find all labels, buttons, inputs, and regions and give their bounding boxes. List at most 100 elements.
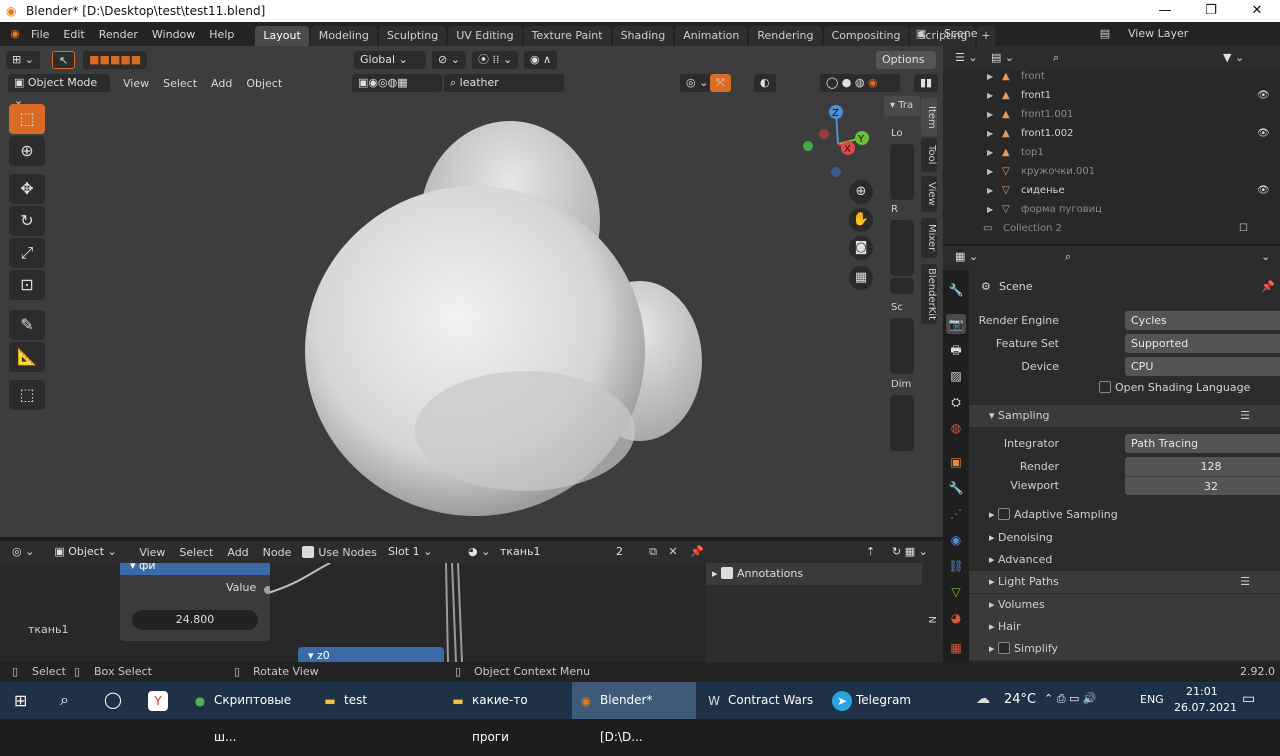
clock-time[interactable]: 21:01	[1186, 685, 1218, 698]
tab-shading[interactable]: Shading	[612, 26, 674, 46]
duplicate-material-icon[interactable]: ⧉	[644, 543, 662, 561]
world-tab-icon[interactable]: ◍	[946, 418, 966, 438]
tray-icons[interactable]: ⌃ ⎙ ▭ 🔊	[1044, 692, 1097, 706]
outliner-row[interactable]: ▶ ▽ сиденье 👁	[943, 181, 1280, 200]
outliner-row[interactable]: ▶ ▲ front	[943, 67, 1280, 86]
render-tab-icon[interactable]: 📷	[946, 314, 966, 334]
toggle-sidebar-icon[interactable]: ▮▮	[914, 74, 939, 92]
tab-rendering[interactable]: Rendering	[749, 26, 822, 46]
select-tool-icon[interactable]: ↖	[51, 51, 76, 69]
sidetab-mixer[interactable]: Mixer	[921, 218, 937, 258]
hair-panel-header[interactable]: ▸ Hair	[969, 616, 1280, 638]
properties-options-icon[interactable]: ⌄	[1255, 248, 1277, 266]
material-browse-icon[interactable]: ◕ ⌄	[462, 543, 497, 561]
pin-icon[interactable]: 📌	[1261, 280, 1275, 293]
rotate-tool-icon[interactable]: ↻	[9, 206, 45, 236]
search-icon[interactable]: ⌕	[60, 690, 69, 710]
unlink-material-icon[interactable]: ✕	[664, 543, 682, 561]
tool-tab-icon[interactable]: 🔧	[946, 280, 966, 300]
simplify-panel-header[interactable]: ▸ Simplify	[969, 638, 1280, 660]
value-node[interactable]: ▾ фи Value 24.800	[120, 563, 270, 641]
menu-help[interactable]: Help	[202, 28, 241, 41]
node-menu-add[interactable]: Add	[220, 546, 255, 559]
tab-texture-paint[interactable]: Texture Paint	[523, 26, 611, 46]
view-layer-tab-icon[interactable]: ▨	[946, 366, 966, 386]
light-paths-panel-header[interactable]: ▸ Light Paths ☰	[969, 571, 1280, 593]
tab-uv-editing[interactable]: UV Editing	[448, 26, 522, 46]
taskbar-folder-test[interactable]: ▬ test	[316, 682, 440, 719]
npanel-transform-header[interactable]: ▾ Tra	[884, 96, 920, 116]
viewport-samples-field[interactable]: 32	[1125, 476, 1280, 495]
weather-cloud-icon[interactable]: ☁	[976, 691, 990, 707]
material-users-count[interactable]: 2	[610, 543, 629, 561]
z0-node-header[interactable]: ▾ z0	[298, 647, 444, 662]
scene-tab-icon[interactable]: ⛭	[946, 392, 966, 412]
task-view-icon[interactable]: ◯	[104, 690, 122, 709]
taskbar-telegram[interactable]: ➤ Telegram	[828, 682, 952, 719]
viewport-menu-object[interactable]: Object	[239, 77, 289, 90]
object-tab-icon[interactable]: ▣	[946, 452, 966, 472]
parent-node-tree-icon[interactable]: ⇡	[860, 543, 882, 561]
outliner-editor-type-icon[interactable]: ☰ ⌄	[949, 49, 984, 67]
particles-tab-icon[interactable]: ⋰	[946, 504, 966, 524]
outliner-filter-icon[interactable]: ▼ ⌄	[1217, 49, 1251, 67]
3d-object-blob[interactable]	[290, 101, 710, 521]
texture-tab-icon[interactable]: ▦	[946, 638, 966, 658]
gizmo-toggle-icon[interactable]: ⤧	[710, 74, 731, 92]
node-canvas[interactable]: ткань1 ▾ фи Value 24.800 ▾ z0	[0, 563, 710, 662]
material-preview-icons[interactable]: ▣◉◎◍▦	[352, 74, 442, 92]
list-icon[interactable]: ☰	[1240, 571, 1250, 593]
output-tab-icon[interactable]: 🖶	[946, 340, 966, 360]
outliner-row[interactable]: ▶ ▽ кружочки.001	[943, 162, 1280, 181]
sampling-panel-header[interactable]: ▾ Sampling ☰	[969, 405, 1280, 427]
overlay-icon[interactable]: ◐	[754, 74, 776, 92]
eye-icon[interactable]: 👁	[1257, 181, 1270, 200]
scene-name[interactable]: Scene	[944, 27, 978, 40]
add-workspace-button[interactable]: +	[977, 26, 995, 46]
physics-tab-icon[interactable]: ◉	[946, 530, 966, 550]
menu-edit[interactable]: Edit	[56, 28, 91, 41]
camera-view-icon[interactable]: ◙	[849, 236, 873, 260]
weather-temp[interactable]: 24°C	[1004, 692, 1036, 707]
outliner-display-mode-icon[interactable]: ▤ ⌄	[985, 49, 1021, 67]
pivot-icon[interactable]: ⊘ ⌄	[432, 51, 466, 69]
outliner-row[interactable]: ▶ ▽ форма пуговиц	[943, 200, 1280, 219]
outliner-row[interactable]: ▭ Collection 2 ☐	[943, 219, 1280, 238]
eye-icon[interactable]: 👁	[1257, 124, 1270, 143]
select-mode-icons[interactable]: ■■■■■	[83, 51, 148, 69]
node-sidetab[interactable]: N	[921, 600, 937, 640]
advanced-subpanel[interactable]: ▸ Advanced	[989, 553, 1052, 566]
taskbar-folder-progs[interactable]: ▬ какие-то проги	[444, 682, 568, 744]
outliner-row[interactable]: ▶ ▲ front1 👁	[943, 86, 1280, 105]
close-button[interactable]: ✕	[1234, 0, 1280, 22]
taskbar-yandex[interactable]: Y	[144, 682, 180, 719]
tab-compositing[interactable]: Compositing	[823, 26, 909, 46]
tab-sculpting[interactable]: Sculpting	[378, 26, 447, 46]
options-button[interactable]: Options ⌄	[876, 51, 936, 84]
value-field[interactable]: 24.800	[132, 610, 258, 630]
transform-tool-icon[interactable]: ⊡	[9, 270, 45, 300]
sidetab-tool[interactable]: Tool	[921, 138, 937, 172]
menu-window[interactable]: Window	[145, 28, 202, 41]
node-object-select[interactable]: ▣ Object ⌄	[48, 543, 129, 561]
shading-mode-icons[interactable]: ◯ ● ◍ ◉	[820, 74, 900, 92]
navigation-gizmo[interactable]: Z Y X	[798, 102, 878, 182]
menu-render[interactable]: Render	[92, 28, 145, 41]
sidetab-item[interactable]: Item	[921, 98, 937, 136]
eye-icon[interactable]: 👁	[1257, 86, 1270, 105]
blender-menu-icon[interactable]: ◉	[6, 25, 24, 43]
render-engine-select[interactable]: Cycles	[1125, 311, 1280, 330]
snap-node-icon[interactable]: ↻ ▦ ⌄	[886, 543, 934, 561]
zoom-icon[interactable]: ⊕	[849, 180, 873, 204]
value-node-header[interactable]: ▾ фи	[120, 563, 270, 575]
scale-tool-icon[interactable]: ⤢	[9, 238, 45, 268]
notifications-icon[interactable]: ▭	[1242, 691, 1255, 707]
npanel-location-fields[interactable]	[890, 144, 914, 200]
osl-checkbox-box[interactable]	[1099, 381, 1111, 393]
list-icon[interactable]: ☰	[1240, 405, 1250, 427]
cursor-tool-icon[interactable]: ⊕	[9, 136, 45, 166]
tab-modeling[interactable]: Modeling	[310, 26, 377, 46]
integrator-select[interactable]: Path Tracing	[1125, 434, 1280, 453]
view-layer-name[interactable]: View Layer	[1128, 27, 1188, 40]
material-name-field[interactable]: ткань1	[494, 543, 614, 561]
